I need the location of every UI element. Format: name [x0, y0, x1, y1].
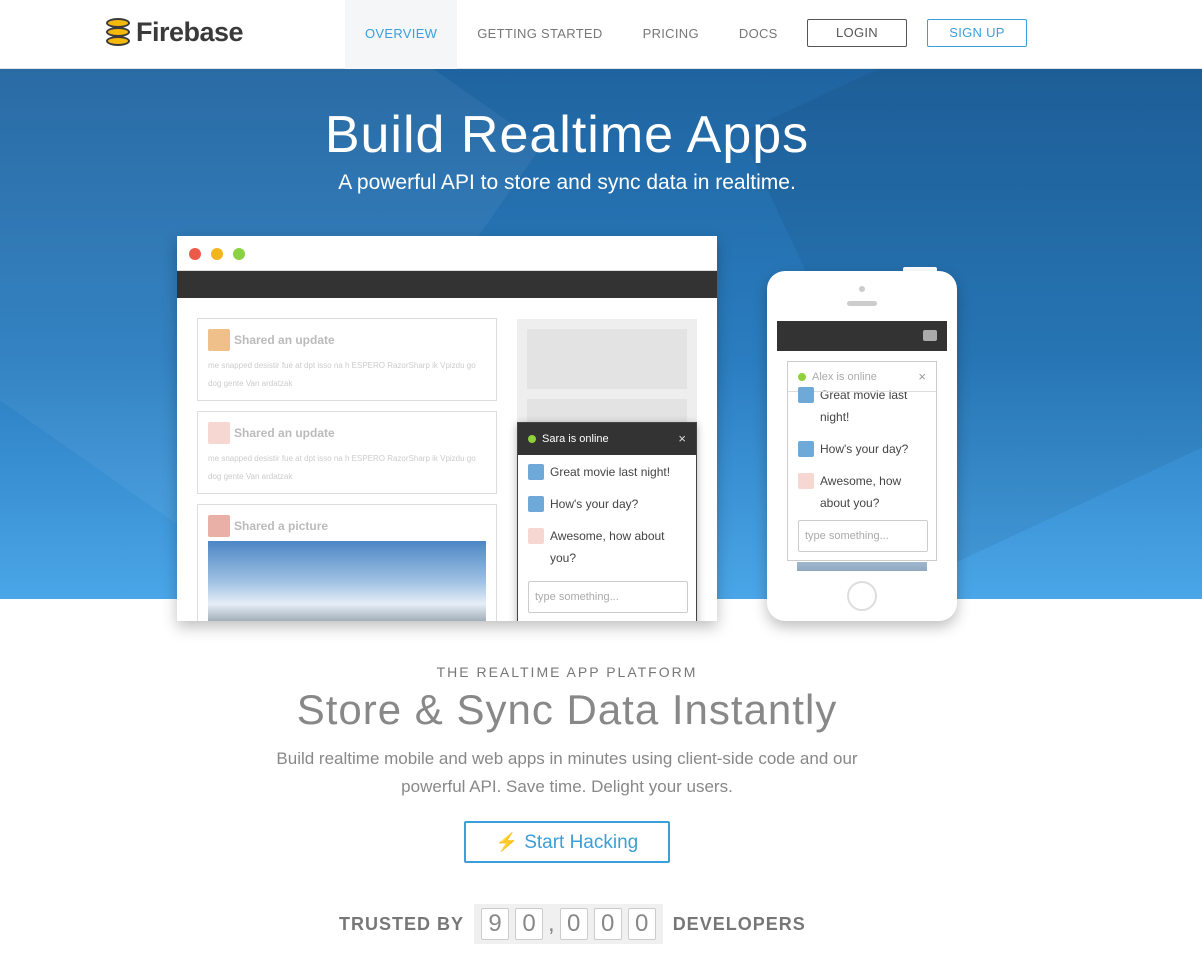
nav-docs[interactable]: DOCS — [719, 0, 798, 69]
close-icon[interactable]: × — [678, 423, 686, 455]
avatar — [528, 464, 544, 480]
login-button[interactable]: LOGIN — [807, 19, 907, 47]
chat-status: Alex is online — [812, 371, 877, 383]
counter-digit: 0 — [515, 908, 544, 940]
minimize-dot-icon — [211, 248, 223, 260]
chat-message: How's your day? — [788, 438, 936, 460]
phone-app-bar — [777, 321, 947, 351]
avatar — [798, 387, 814, 403]
section-eyebrow: THE REALTIME APP PLATFORM — [436, 664, 698, 680]
message-text: How's your day? — [820, 442, 909, 456]
top-navbar: Firebase OVERVIEW GETTING STARTED PRICIN… — [0, 0, 1202, 69]
chat-header: Sara is online × — [518, 423, 696, 455]
lightning-icon: ⚡ — [495, 832, 519, 852]
message-text: Great movie last night! — [550, 465, 671, 479]
avatar — [208, 515, 230, 537]
chat-input[interactable]: type something... — [798, 520, 928, 552]
speaker-icon — [847, 301, 877, 306]
avatar — [528, 496, 544, 512]
nav-pricing[interactable]: PRICING — [623, 0, 719, 69]
message-text: Awesome, how about you? — [820, 474, 902, 510]
shared-photo — [208, 541, 486, 621]
counter-digits: 9 0 , 0 0 0 — [474, 904, 663, 944]
counter-digit: 9 — [481, 908, 510, 940]
browser-titlebar — [177, 236, 717, 271]
online-status-icon — [798, 373, 806, 381]
main-nav: OVERVIEW GETTING STARTED PRICING DOCS — [345, 0, 798, 69]
developer-counter: TRUSTED BY 9 0 , 0 0 0 DEVELOPERS — [339, 904, 806, 944]
counter-digit: 0 — [559, 908, 588, 940]
trusted-prefix: TRUSTED BY — [339, 913, 465, 934]
home-button[interactable] — [847, 581, 877, 611]
avatar — [208, 422, 230, 444]
chat-bubble-icon[interactable] — [923, 330, 937, 341]
card-title: Shared an update — [234, 426, 335, 440]
chat-message: How's your day? — [518, 493, 696, 515]
browser-app-bar — [177, 271, 717, 298]
online-status-icon — [528, 435, 536, 443]
nav-overview[interactable]: OVERVIEW — [345, 0, 458, 69]
camera-icon — [859, 286, 865, 292]
card-text: me snapped desistir fue at dpt isso na h… — [208, 361, 476, 388]
avatar — [528, 528, 544, 544]
firebase-logo-icon — [106, 17, 130, 48]
chat-status: Sara is online — [542, 433, 609, 445]
cta-label: Start Hacking — [524, 832, 639, 853]
hero-subtitle: A powerful API to store and sync data in… — [338, 171, 796, 194]
avatar — [208, 329, 230, 351]
feed-card: Shared a picture — [197, 504, 497, 621]
nav-getting-started[interactable]: GETTING STARTED — [457, 0, 622, 69]
close-icon[interactable]: × — [918, 362, 926, 392]
brand-logo[interactable]: Firebase — [106, 17, 244, 48]
counter-digit: 0 — [627, 908, 656, 940]
card-title: Shared a picture — [234, 519, 329, 533]
chat-message: Awesome, how about you? — [788, 470, 936, 514]
counter-digit: 0 — [593, 908, 622, 940]
hero-title: Build Realtime Apps — [324, 106, 810, 164]
counter-separator: , — [548, 910, 555, 937]
card-text: me snapped desistir fue at dpt isso na h… — [208, 454, 476, 481]
trusted-suffix: DEVELOPERS — [672, 913, 806, 934]
close-dot-icon — [189, 248, 201, 260]
sidebar-placeholder — [517, 319, 697, 429]
chat-message: Awesome, how about you? — [518, 525, 696, 569]
chat-input[interactable]: type something... — [528, 581, 688, 613]
browser-mockup: Shared an update me snapped desistir fue… — [177, 236, 717, 621]
phone-chat-window: Alex is online × Great movie last night!… — [787, 361, 937, 561]
brand-name: Firebase — [136, 17, 244, 47]
start-hacking-button[interactable]: ⚡ Start Hacking — [464, 821, 670, 863]
phone-screen: Alex is online × Great movie last night!… — [777, 321, 947, 571]
chat-window: Sara is online × Great movie last night!… — [517, 422, 697, 621]
signup-button[interactable]: SIGN UP — [927, 19, 1027, 47]
phone-mockup: Alex is online × Great movie last night!… — [767, 271, 957, 621]
card-title: Shared an update — [234, 333, 335, 347]
message-text: Awesome, how about you? — [550, 529, 665, 565]
maximize-dot-icon — [233, 248, 245, 260]
feed-card: Shared an update me snapped desistir fue… — [197, 411, 497, 494]
chat-message: Great movie last night! — [518, 461, 696, 483]
feed-card: Shared an update me snapped desistir fue… — [197, 318, 497, 401]
avatar — [798, 473, 814, 489]
shared-photo — [797, 562, 927, 571]
avatar — [798, 441, 814, 457]
message-text: How's your day? — [550, 497, 639, 511]
section-headline: Store & Sync Data Instantly — [296, 686, 838, 733]
section-lead: Build realtime mobile and web apps in mi… — [276, 749, 858, 796]
